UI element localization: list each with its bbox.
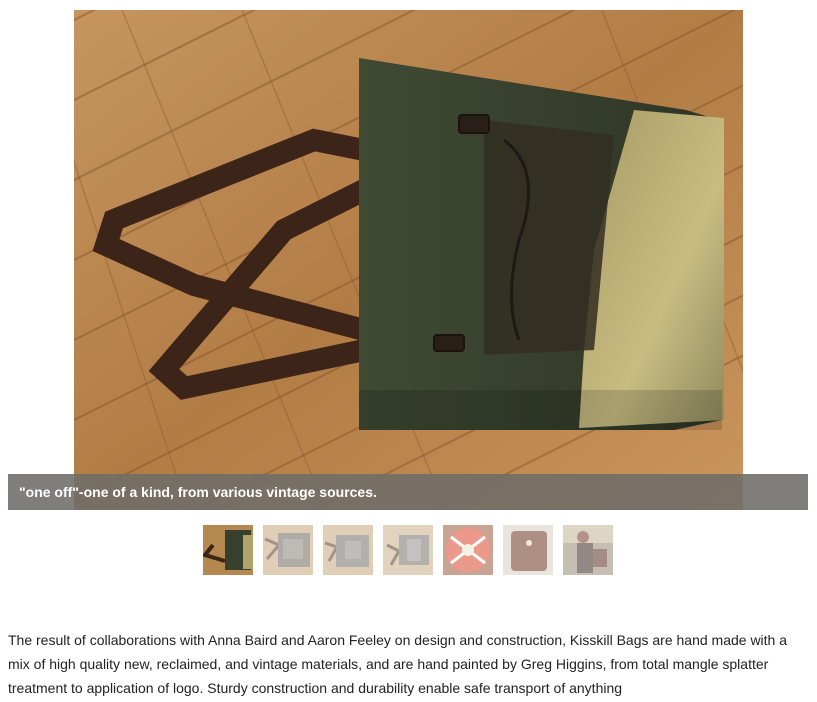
thumbnail-strip — [203, 525, 613, 575]
person-with-bag-thumbnail — [563, 525, 613, 575]
grey-bag-thumbnail — [323, 525, 373, 575]
grey-bag-thumbnail — [383, 525, 433, 575]
thumbnail-7[interactable] — [563, 525, 613, 575]
thumbnail-4[interactable] — [383, 525, 433, 575]
product-description: The result of collaborations with Anna B… — [8, 632, 788, 696]
thumbnail-3[interactable] — [323, 525, 373, 575]
orange-bag-thumbnail — [443, 525, 493, 575]
thumbnail-2[interactable] — [263, 525, 313, 575]
thumbnail-1[interactable] — [203, 525, 253, 575]
canvas-messenger-bag-photo — [74, 10, 743, 510]
thumbnail-5[interactable] — [443, 525, 493, 575]
grey-bag-thumbnail — [263, 525, 313, 575]
thumbnail-6[interactable] — [503, 525, 553, 575]
green-bag-thumbnail — [203, 525, 253, 575]
gallery-page: "one off"-one of a kind, from various vi… — [0, 0, 817, 702]
brown-bag-thumbnail — [503, 525, 553, 575]
slide-caption-bar: "one off"-one of a kind, from various vi… — [8, 474, 808, 510]
slide-caption: "one off"-one of a kind, from various vi… — [19, 484, 377, 500]
main-slide-image[interactable] — [74, 10, 743, 510]
